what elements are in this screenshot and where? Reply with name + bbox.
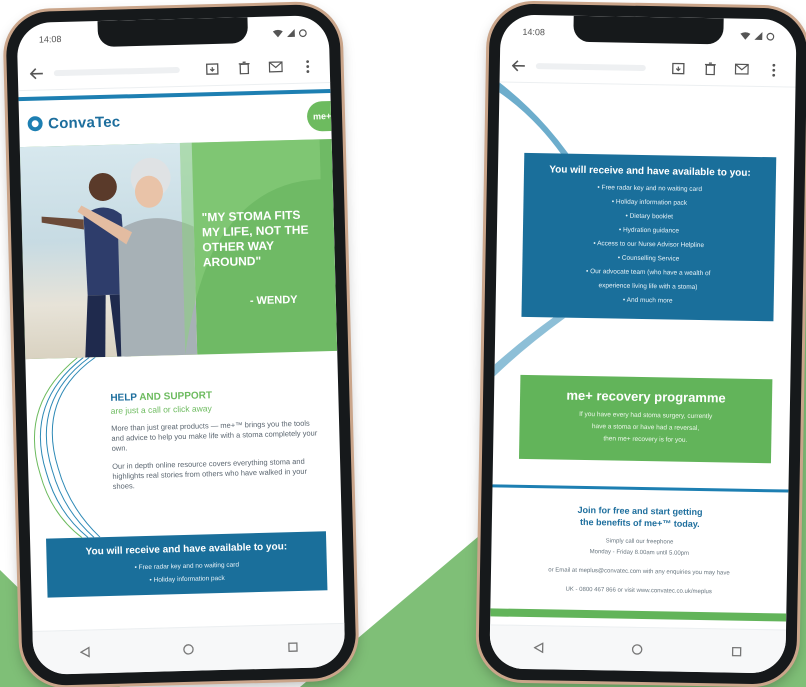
phone-notch	[573, 15, 724, 45]
email-toolbar	[499, 48, 797, 88]
trash-icon[interactable]	[700, 58, 720, 78]
convatec-logo-icon	[27, 116, 43, 132]
back-arrow-icon[interactable]	[511, 58, 526, 72]
nav-back-icon[interactable]	[533, 642, 544, 654]
trash-icon[interactable]	[234, 58, 255, 79]
archive-icon[interactable]	[202, 58, 223, 79]
recovery-title: me+ recovery programme	[566, 387, 726, 406]
hero-banner: "MY STOMA FITS MY LIFE, NOT THE OTHER WA…	[19, 138, 338, 360]
brand-header: ConvaTec me+	[19, 93, 342, 147]
signal-icon	[754, 32, 763, 41]
help-paragraph-1: More than just great products — me+™ bri…	[111, 418, 318, 453]
benefits-box: You will receive and have available to y…	[46, 531, 328, 598]
archive-icon[interactable]	[668, 58, 688, 78]
join-section: Join for free and start getting the bene…	[491, 502, 789, 599]
nav-recents-icon[interactable]	[288, 641, 298, 652]
footer-green-rule	[490, 608, 787, 622]
android-nav-bar	[489, 624, 787, 674]
benefits-title: You will receive and have available to y…	[549, 164, 751, 179]
nav-home-icon[interactable]	[183, 644, 195, 655]
benefits-title: You will receive and have available to y…	[85, 541, 288, 558]
signal-icon	[286, 28, 295, 38]
subject-placeholder	[53, 66, 180, 76]
nav-home-icon[interactable]	[632, 644, 643, 655]
mail-icon[interactable]	[732, 59, 752, 79]
email-body: You will receive and have available to y…	[490, 82, 795, 629]
decorative-swoosh-top	[499, 82, 569, 156]
android-nav-bar	[32, 622, 346, 675]
recovery-programme-box: me+ recovery programme If you have every…	[518, 374, 773, 464]
status-time: 14:08	[522, 26, 546, 38]
hero-quote: "MY STOMA FITS MY LIFE, NOT THE OTHER WA…	[201, 207, 309, 270]
hero-photo	[19, 142, 198, 360]
battery-icon	[766, 32, 775, 41]
hero-author: - WENDY	[249, 293, 298, 308]
wifi-icon	[740, 32, 751, 40]
section-blue-rule	[492, 484, 789, 493]
email-body: ConvaTec me+ "MY STOMA FITS MY LIFE, NOT…	[18, 83, 344, 631]
benefits-box: You will receive and have available to y…	[521, 152, 777, 322]
brand-name: ConvaTec	[47, 113, 121, 132]
nav-recents-icon[interactable]	[731, 646, 742, 656]
subject-placeholder	[535, 62, 646, 71]
help-paragraph-2: Our in depth online resource covers ever…	[112, 456, 308, 491]
wifi-icon	[272, 29, 283, 38]
phone-left: 14:08 ConvaTec me+ "MY STOMA FITS MY LIF…	[5, 3, 357, 687]
me-plus-badge: me+	[306, 100, 342, 132]
help-support-section: HELP AND SUPPORT are just a call or clic…	[25, 351, 342, 539]
back-arrow-icon[interactable]	[29, 66, 44, 80]
more-vert-icon[interactable]	[297, 56, 318, 77]
phone-right: 14:08 You will receive and have availabl…	[478, 3, 806, 685]
more-vert-icon[interactable]	[764, 60, 784, 80]
mail-icon[interactable]	[265, 57, 286, 78]
phone-notch	[97, 17, 249, 48]
list-item: • And much more	[622, 296, 673, 305]
phone-right-screen: 14:08 You will receive and have availabl…	[489, 14, 797, 674]
decorative-swirl	[33, 356, 101, 539]
nav-back-icon[interactable]	[79, 646, 90, 658]
battery-icon	[298, 28, 307, 37]
status-time: 14:08	[38, 34, 62, 45]
phone-left-screen: 14:08 ConvaTec me+ "MY STOMA FITS MY LIF…	[16, 15, 346, 675]
